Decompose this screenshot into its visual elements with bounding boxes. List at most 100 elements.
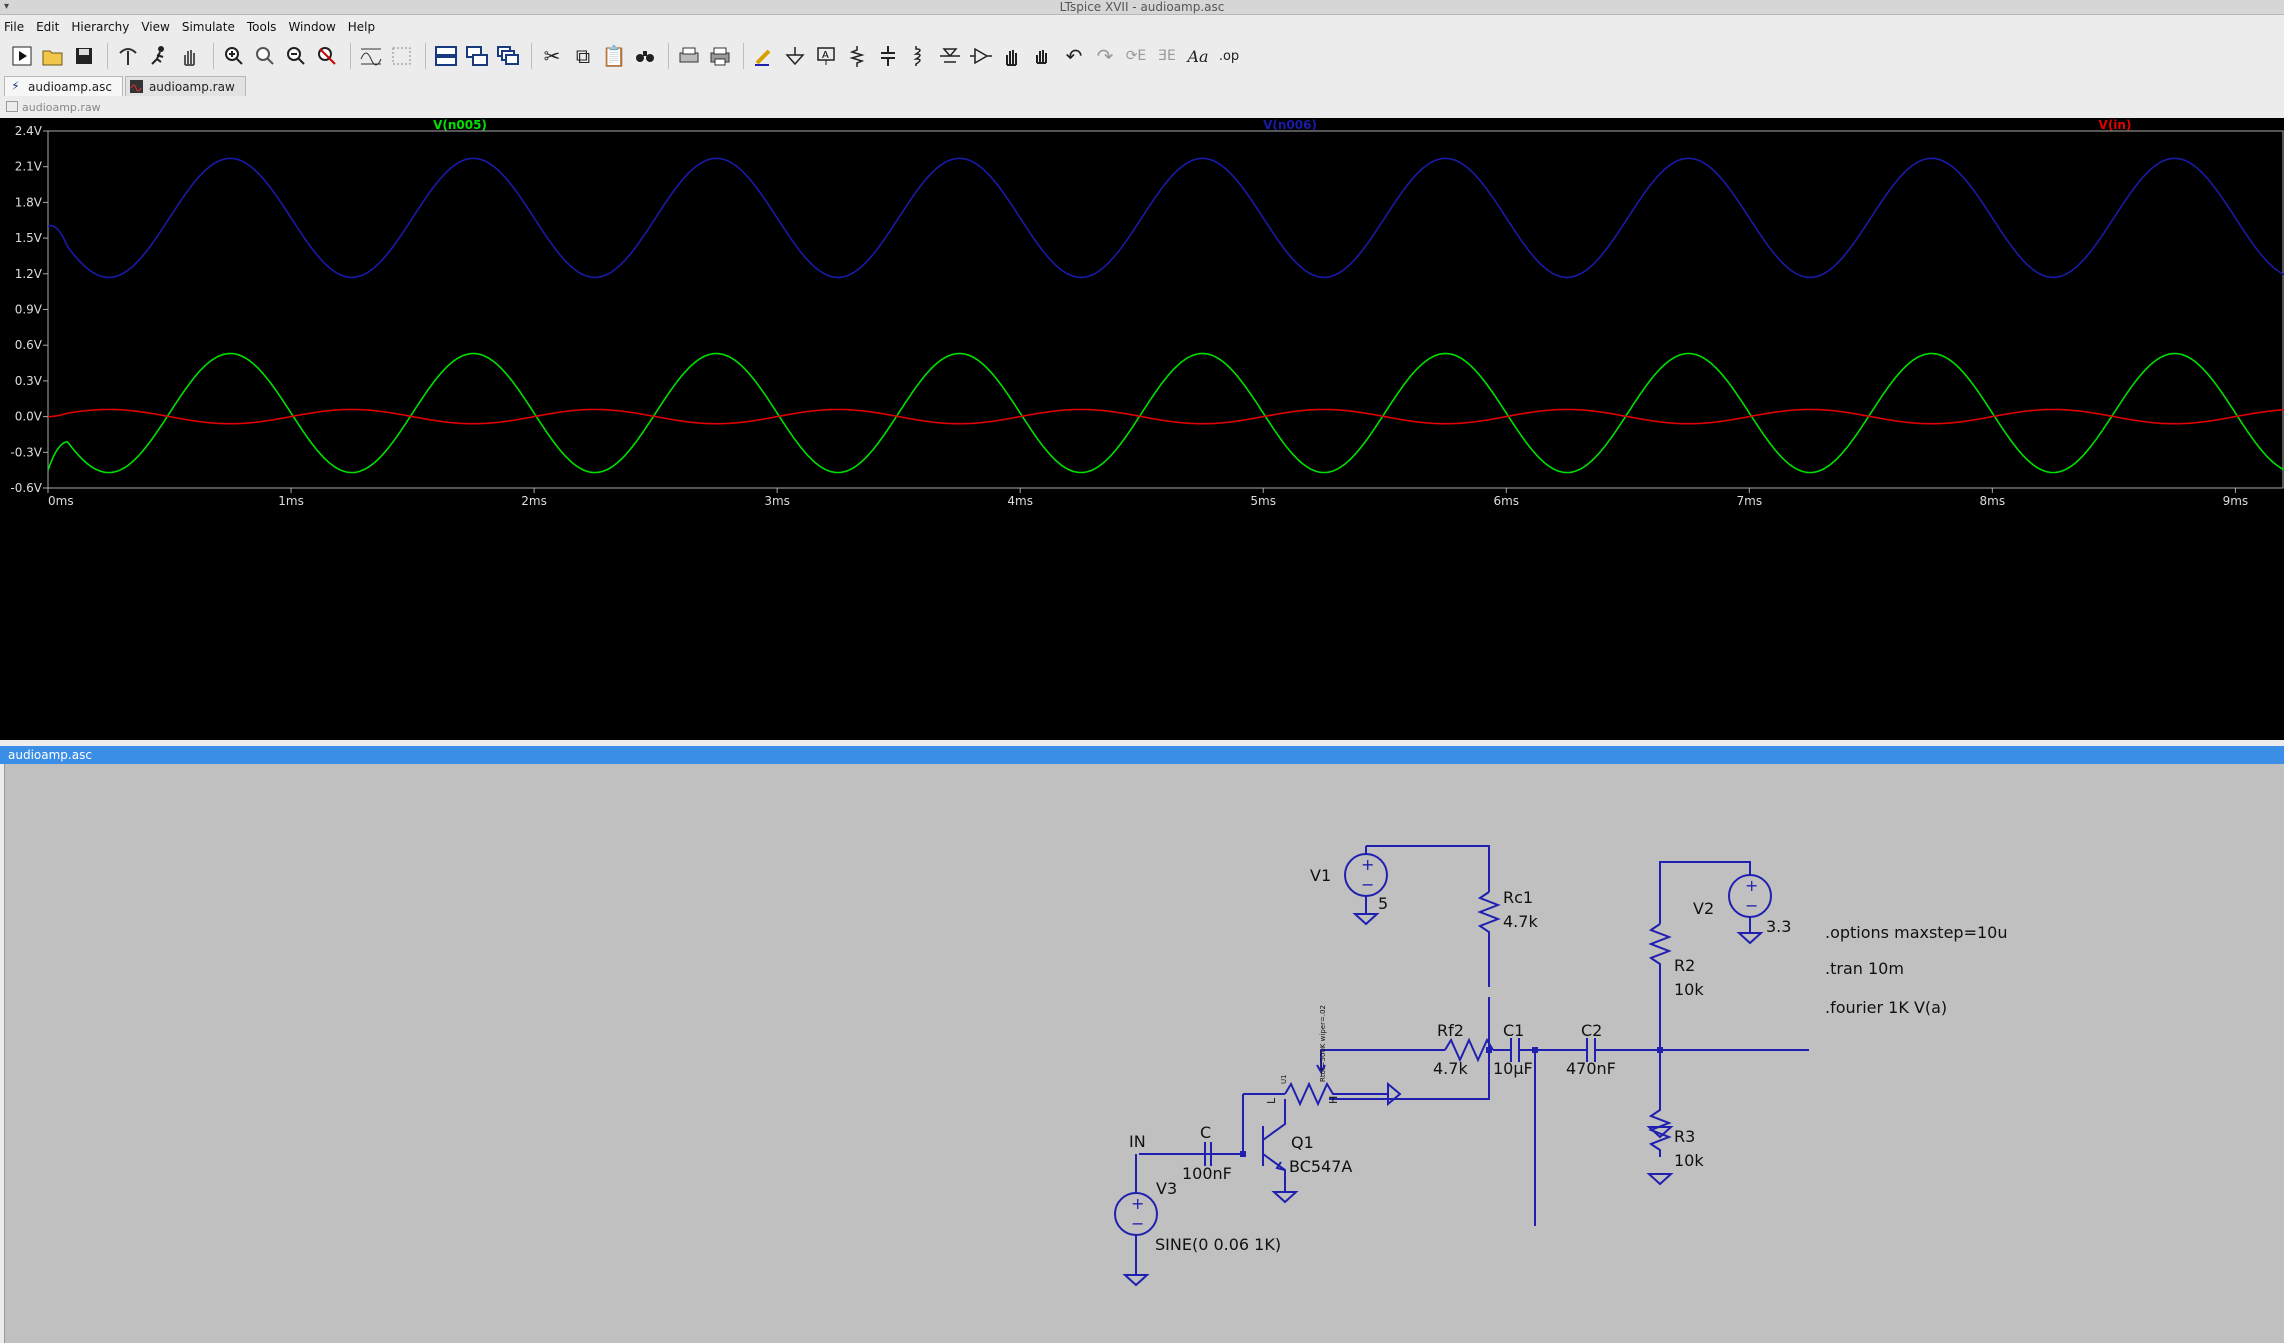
redo-icon[interactable]: ↷	[1091, 42, 1119, 70]
x-tick-label: 9ms	[2223, 494, 2249, 508]
copy-icon[interactable]: ⧉	[569, 42, 597, 70]
legend-label[interactable]: V(n005)	[433, 118, 487, 132]
v3-value[interactable]: SINE(0 0.06 1K)	[1155, 1235, 1281, 1254]
u1-name[interactable]: U1	[1280, 1074, 1288, 1084]
rotate-icon[interactable]: ⟳E	[1122, 42, 1150, 70]
menu-hierarchy[interactable]: Hierarchy	[71, 20, 129, 34]
zoom-out-icon[interactable]	[282, 42, 310, 70]
halt-icon[interactable]	[145, 42, 173, 70]
waveform-plot[interactable]: 2.4V 2.1V 1.8V 1.5V 1.2V 0.9V 0.6V 0.3V 0.0V -0.3…	[0, 118, 2284, 740]
mirror-icon[interactable]: ƎE	[1153, 42, 1181, 70]
waveform-window-title: audioamp.raw	[22, 101, 101, 114]
zoom-fit-icon[interactable]	[313, 42, 341, 70]
menu-tools[interactable]: Tools	[247, 20, 277, 34]
v1-value[interactable]: 5	[1378, 894, 1388, 913]
drag-icon[interactable]	[1029, 42, 1057, 70]
rf2-name[interactable]: Rf2	[1437, 1021, 1464, 1040]
save-icon[interactable]	[70, 42, 98, 70]
move-icon[interactable]	[998, 42, 1026, 70]
v1-name[interactable]: V1	[1310, 866, 1331, 885]
tile-horizontal-icon[interactable]	[432, 42, 460, 70]
menu-simulate[interactable]: Simulate	[182, 20, 235, 34]
c-value[interactable]: 100nF	[1182, 1164, 1232, 1183]
r2-value[interactable]: 10k	[1674, 980, 1704, 999]
resistor-icon[interactable]	[843, 42, 871, 70]
v2-name[interactable]: V2	[1693, 899, 1714, 918]
rc1-name[interactable]: Rc1	[1503, 888, 1533, 907]
tab-audioamp-asc[interactable]: ⚡ audioamp.asc	[4, 76, 123, 96]
undo-icon[interactable]: ↶	[1060, 42, 1088, 70]
series-line-2	[48, 408, 2284, 425]
y-tick-label: -0.3V	[10, 445, 42, 459]
legend-label[interactable]: V(in)	[2099, 118, 2132, 132]
r2-name[interactable]: R2	[1674, 956, 1695, 975]
title-bar: ▾ LTspice XVII - audioamp.asc	[0, 0, 2284, 15]
menu-window[interactable]: Window	[288, 20, 335, 34]
q1-name[interactable]: Q1	[1291, 1133, 1314, 1152]
v3-name[interactable]: V3	[1156, 1179, 1177, 1198]
r3-value[interactable]: 10k	[1674, 1151, 1704, 1170]
rf2-value[interactable]: 4.7k	[1433, 1059, 1468, 1078]
r3-name[interactable]: R3	[1674, 1127, 1695, 1146]
waveform-chart[interactable]: 2.4V 2.1V 1.8V 1.5V 1.2V 0.9V 0.6V 0.3V 0.0V -0.3…	[0, 118, 2284, 740]
label-icon[interactable]: A	[812, 42, 840, 70]
diode-icon[interactable]	[936, 42, 964, 70]
c1-value[interactable]: 10µF	[1493, 1059, 1533, 1078]
cascade-icon[interactable]	[494, 42, 522, 70]
c-name[interactable]: C	[1200, 1123, 1211, 1142]
directive-options[interactable]: .options maxstep=10u	[1825, 923, 2007, 942]
c2-value[interactable]: 470nF	[1566, 1059, 1616, 1078]
c1-name[interactable]: C1	[1503, 1021, 1524, 1040]
directive-fourier[interactable]: .fourier 1K V(a)	[1825, 998, 1947, 1017]
q1-value[interactable]: BC547A	[1289, 1157, 1352, 1176]
window-title: LTspice XVII - audioamp.asc	[1059, 0, 1225, 14]
toolbar-separator	[531, 43, 532, 69]
menu-edit[interactable]: Edit	[36, 20, 59, 34]
inductor-icon[interactable]	[905, 42, 933, 70]
x-tick-label: 1ms	[278, 494, 304, 508]
print-icon[interactable]	[675, 42, 703, 70]
pot-parameter[interactable]: Rtot=500K wiper=.02	[1319, 1005, 1327, 1082]
run-icon[interactable]	[8, 42, 36, 70]
tab-label: audioamp.raw	[148, 79, 235, 94]
print-setup-icon[interactable]	[706, 42, 734, 70]
legend-label[interactable]: V(n006)	[1263, 118, 1317, 132]
y-tick-label: 1.5V	[15, 231, 43, 245]
autorange-icon[interactable]	[357, 42, 385, 70]
spice-directive-icon[interactable]: .op	[1215, 42, 1243, 70]
y-tick-label: 2.4V	[15, 124, 43, 138]
text-icon[interactable]: Aa	[1184, 42, 1212, 70]
find-icon[interactable]	[631, 42, 659, 70]
control-panel-icon[interactable]	[114, 42, 142, 70]
y-tick-label: 2.1V	[15, 160, 43, 174]
menu-file[interactable]: File	[4, 20, 24, 34]
trace-icon[interactable]	[388, 42, 416, 70]
component-icon[interactable]	[967, 42, 995, 70]
menu-view[interactable]: View	[141, 20, 169, 34]
paste-icon[interactable]: 📋	[600, 42, 628, 70]
v2-value[interactable]: 3.3	[1766, 917, 1791, 936]
directive-tran[interactable]: .tran 10m	[1825, 959, 1904, 978]
open-icon[interactable]	[39, 42, 67, 70]
zoom-area-icon[interactable]	[251, 42, 279, 70]
zoom-in-icon[interactable]	[220, 42, 248, 70]
y-tick-label: 0.0V	[15, 410, 43, 424]
schematic-canvas[interactable]: + − + − + − V1 5 Rc1 4.7k V2 3.3 R2 10k R3 …	[4, 764, 2284, 1343]
schematic-labels: V1 5 Rc1 4.7k V2 3.3 R2 10k R3 10k Rf2 4…	[1129, 866, 2007, 1254]
rc1-value[interactable]: 4.7k	[1503, 912, 1538, 931]
c2-name[interactable]: C2	[1581, 1021, 1602, 1040]
cut-icon[interactable]: ✂	[538, 42, 566, 70]
ground-icon[interactable]	[781, 42, 809, 70]
capacitor-icon[interactable]	[874, 42, 902, 70]
net-label-in[interactable]: IN	[1129, 1132, 1146, 1151]
pan-icon[interactable]	[176, 42, 204, 70]
x-tick-label: 8ms	[1980, 494, 2006, 508]
y-tick-label: 0.9V	[15, 303, 43, 317]
toolbar-separator	[350, 43, 351, 69]
menu-bar: File Edit Hierarchy View Simulate Tools …	[0, 16, 2284, 37]
wire-icon[interactable]	[750, 42, 778, 70]
menu-help[interactable]: Help	[348, 20, 375, 34]
svg-text:+: +	[1131, 1194, 1144, 1213]
tile-vertical-icon[interactable]	[463, 42, 491, 70]
tab-audioamp-raw[interactable]: audioamp.raw	[124, 76, 246, 96]
